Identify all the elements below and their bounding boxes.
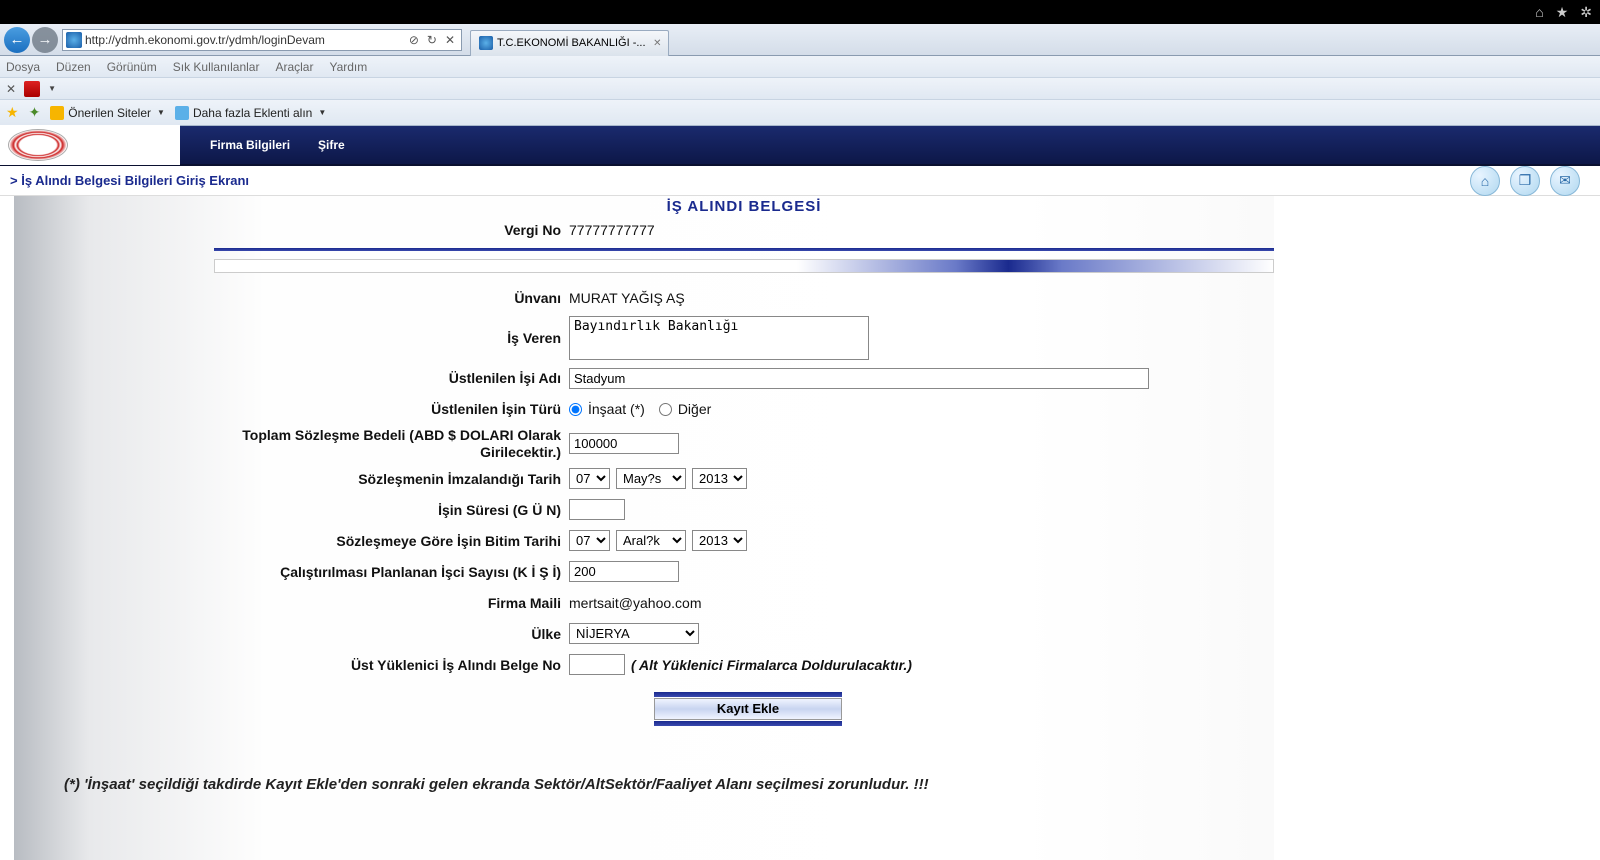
fav-label: Önerilen Siteler <box>68 106 151 120</box>
menu-sifre[interactable]: Şifre <box>318 138 345 152</box>
breadcrumb-row: İş Alındı Belgesi Bilgileri Giriş Ekranı… <box>0 166 1600 196</box>
chevron-down-icon: ▼ <box>318 108 326 117</box>
fav-label: Daha fazla Eklenti alın <box>193 106 312 120</box>
radio-insaat[interactable] <box>569 403 582 416</box>
app-menu: Firma Bilgileri Şifre <box>180 138 345 152</box>
pdf-icon[interactable] <box>24 81 40 97</box>
label-is-suresi: İşin Süresi (G Ü N) <box>214 502 569 518</box>
back-button[interactable]: ← <box>4 27 30 53</box>
select-bitim-yil[interactable]: 2013 <box>692 530 747 551</box>
favorites-star-icon[interactable]: ★ <box>1556 4 1569 21</box>
app-topnav: Firma Bilgileri Şifre <box>0 126 1600 166</box>
kayit-ekle-button[interactable]: Kayıt Ekle <box>654 698 842 720</box>
label-unvani: Ünvanı <box>214 290 569 306</box>
label-isci-sayisi: Çalıştırılması Planlanan İşci Sayısı (K … <box>214 564 569 580</box>
fav-icon <box>175 106 189 120</box>
url-tools: ⊘ ↻ ✕ <box>403 33 461 47</box>
seal-icon <box>8 129 68 161</box>
radio-diger-label: Diğer <box>678 401 711 417</box>
input-is-veren[interactable] <box>569 316 869 360</box>
favorites-bar: ★ ✦ Önerilen Siteler ▼ Daha fazla Eklent… <box>0 100 1600 126</box>
select-ulke[interactable]: NİJERYA <box>569 623 699 644</box>
label-soz-imza-tarih: Sözleşmenin İmzalandığı Tarih <box>214 471 569 487</box>
select-imza-ay[interactable]: May?s <box>616 468 686 489</box>
value-unvani: MURAT YAĞIŞ AŞ <box>569 290 685 306</box>
input-is-suresi[interactable] <box>569 499 625 520</box>
label-bitim-tarih: Sözleşmeye Göre İşin Bitim Tarihi <box>214 533 569 549</box>
input-toplam-bedel[interactable] <box>569 433 679 454</box>
form-container: İŞ ALINDI BELGESİ Vergi No 77777777777 Ü… <box>14 196 1274 860</box>
label-firma-maili: Firma Maili <box>214 595 569 611</box>
hint-ust-yuklenici: ( Alt Yüklenici Firmalarca Doldurulacakt… <box>631 657 912 673</box>
select-bitim-gun[interactable]: 07 <box>569 530 610 551</box>
label-ustlenilen-isi-adi: Üstlenilen İşi Adı <box>214 370 569 386</box>
browser-menubar: Dosya Düzen Görünüm Sık Kullanılanlar Ar… <box>0 56 1600 78</box>
documents-icon[interactable]: ❐ <box>1510 166 1540 196</box>
stop-icon[interactable]: ⊘ <box>409 33 419 47</box>
value-firma-maili: mertsait@yahoo.com <box>569 595 701 611</box>
footnote: (*) 'İnşaat' seçildiği takdirde Kayıt Ek… <box>64 776 1274 793</box>
address-bar[interactable]: ⊘ ↻ ✕ <box>62 29 462 51</box>
fav-daha-fazla-eklenti[interactable]: Daha fazla Eklenti alın ▼ <box>175 106 326 120</box>
breadcrumb: İş Alındı Belgesi Bilgileri Giriş Ekranı <box>10 173 249 188</box>
select-imza-gun[interactable]: 07 <box>569 468 610 489</box>
menu-view[interactable]: Görünüm <box>107 60 157 74</box>
app-logo <box>0 125 180 165</box>
select-imza-yil[interactable]: 2013 <box>692 468 747 489</box>
toolbar-close-icon[interactable]: ✕ <box>6 82 16 96</box>
page-action-icons: ⌂ ❐ ✉ <box>1470 166 1580 196</box>
url-input[interactable] <box>85 33 403 47</box>
input-isci-sayisi[interactable] <box>569 561 679 582</box>
menu-help[interactable]: Yardım <box>329 60 367 74</box>
radio-insaat-label: İnşaat (*) <box>588 401 645 417</box>
menu-firma-bilgileri[interactable]: Firma Bilgileri <box>210 138 290 152</box>
menu-tools[interactable]: Araçlar <box>275 60 313 74</box>
settings-gear-icon[interactable]: ✲ <box>1580 4 1592 21</box>
tab-favicon-icon <box>479 36 493 50</box>
fav-icon <box>50 106 64 120</box>
home-icon[interactable]: ⌂ <box>1535 4 1543 20</box>
label-is-veren: İş Veren <box>214 330 569 346</box>
label-toplam-bedel: Toplam Sözleşme Bedeli (ABD $ DOLARI Ola… <box>214 427 569 461</box>
tab-close-icon[interactable]: ✕ <box>653 38 661 49</box>
tab-title: T.C.EKONOMİ BAKANLIĞI -... <box>497 37 646 49</box>
refresh-icon[interactable]: ↻ <box>427 33 437 47</box>
browser-navbar: ← → ⊘ ↻ ✕ T.C.EKONOMİ BAKANLIĞI -... ✕ <box>0 24 1600 56</box>
browser-titlebar: ⌂ ★ ✲ <box>0 0 1600 24</box>
page-viewport: Firma Bilgileri Şifre İş Alındı Belgesi … <box>0 126 1600 860</box>
tab-strip: T.C.EKONOMİ BAKANLIĞI -... ✕ <box>466 24 1600 56</box>
mail-icon[interactable]: ✉ <box>1550 166 1580 196</box>
form-title: İŞ ALINDI BELGESİ <box>214 196 1274 217</box>
select-bitim-ay[interactable]: Aral?k <box>616 530 686 551</box>
label-ustlenilen-isin-turu: Üstlenilen İşin Türü <box>214 401 569 417</box>
add-favorite-icon[interactable]: ★ <box>6 104 19 121</box>
radio-diger[interactable] <box>659 403 672 416</box>
fav-onerilen-siteler[interactable]: Önerilen Siteler ▼ <box>50 106 165 120</box>
toolbar-dropdown-icon[interactable]: ▼ <box>48 84 56 93</box>
label-ulke: Ülke <box>214 626 569 642</box>
menu-file[interactable]: Dosya <box>6 60 40 74</box>
ie-page-icon <box>66 32 82 48</box>
home-page-icon[interactable]: ⌂ <box>1470 166 1500 196</box>
browser-toolbar: ✕ ▼ <box>0 78 1600 100</box>
label-ust-yuklenici: Üst Yüklenici İş Alındı Belge No <box>214 657 569 673</box>
browser-tab[interactable]: T.C.EKONOMİ BAKANLIĞI -... ✕ <box>470 30 669 56</box>
chevron-down-icon: ▼ <box>157 108 165 117</box>
submit-area: Kayıt Ekle <box>654 692 842 726</box>
input-ust-yuklenici[interactable] <box>569 654 625 675</box>
content-scroll[interactable]: İŞ ALINDI BELGESİ Vergi No 77777777777 Ü… <box>0 196 1600 860</box>
value-vergi-no: 77777777777 <box>569 222 655 238</box>
label-vergi-no: Vergi No <box>214 222 569 238</box>
menu-edit[interactable]: Düzen <box>56 60 91 74</box>
close-url-icon[interactable]: ✕ <box>445 33 455 47</box>
menu-favorites[interactable]: Sık Kullanılanlar <box>173 60 260 74</box>
add-favorite-plus-icon[interactable]: ✦ <box>29 104 41 121</box>
forward-button[interactable]: → <box>32 27 58 53</box>
input-ustlenilen-isi-adi[interactable] <box>569 368 1149 389</box>
